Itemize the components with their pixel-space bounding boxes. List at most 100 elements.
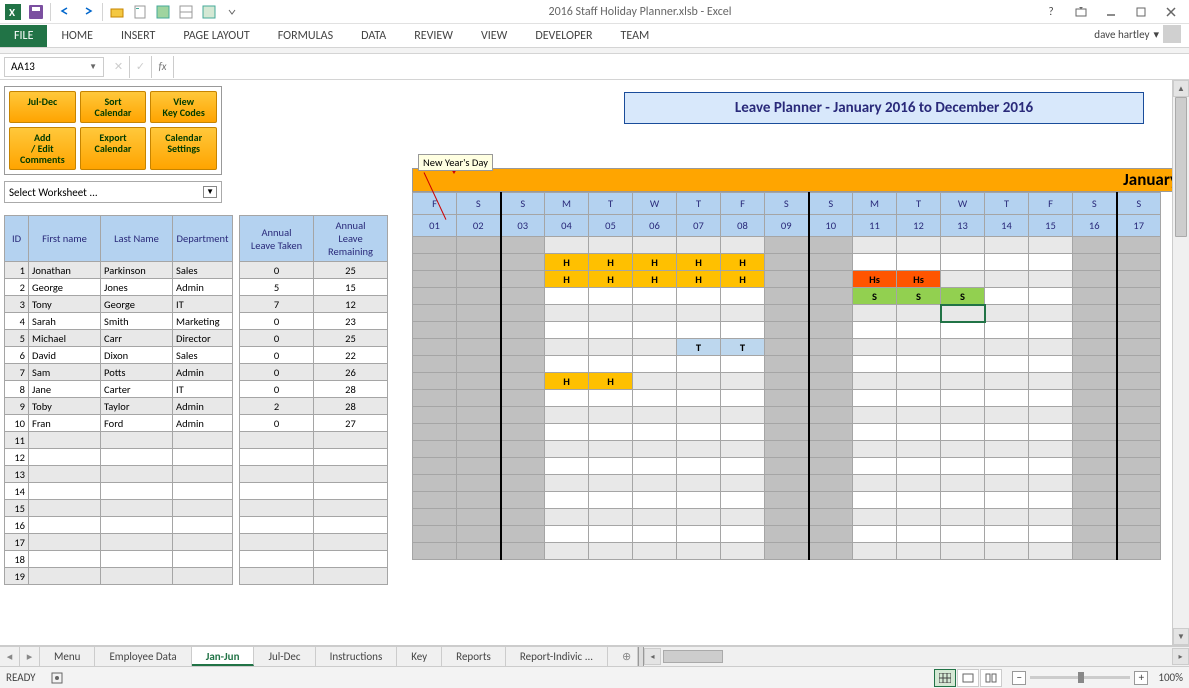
calendar-cell[interactable]	[941, 373, 985, 390]
calendar-cell[interactable]: H	[721, 271, 765, 288]
calendar-row[interactable]	[413, 305, 1161, 322]
calendar-cell[interactable]	[1029, 407, 1073, 424]
calendar-cell[interactable]	[633, 441, 677, 458]
calendar-cell[interactable]	[721, 288, 765, 305]
calendar-cell[interactable]	[677, 373, 721, 390]
ribbon-tab-page-layout[interactable]: PAGE LAYOUT	[169, 25, 263, 47]
calendar-cell[interactable]	[809, 305, 853, 322]
view-key-codes-button[interactable]: ViewKey Codes	[150, 91, 217, 123]
calendar-cell[interactable]	[589, 237, 633, 254]
table-row[interactable]: 9TobyTaylorAdmin	[5, 398, 233, 415]
calendar-cell[interactable]	[941, 526, 985, 543]
calendar-row[interactable]	[413, 237, 1161, 254]
calendar-cell[interactable]	[1117, 390, 1161, 407]
calendar-cell[interactable]	[633, 509, 677, 526]
calendar-cell[interactable]	[677, 458, 721, 475]
calendar-cell[interactable]	[501, 424, 545, 441]
calendar-cell[interactable]	[1117, 339, 1161, 356]
calendar-cell[interactable]	[589, 390, 633, 407]
cancel-icon[interactable]: ✕	[108, 56, 130, 78]
calendar-cell[interactable]	[853, 322, 897, 339]
calendar-cell[interactable]	[897, 424, 941, 441]
calendar-cell[interactable]	[853, 356, 897, 373]
calendar-cell[interactable]	[457, 373, 501, 390]
calendar-cell[interactable]	[501, 305, 545, 322]
calendar-cell[interactable]	[413, 322, 457, 339]
calendar-cell[interactable]	[941, 492, 985, 509]
ribbon-options-icon[interactable]	[1067, 2, 1095, 22]
leave-table[interactable]: AnnualLeave TakenAnnualLeave Remaining 0…	[239, 215, 388, 585]
calendar-cell[interactable]	[765, 305, 809, 322]
zoom-slider-track[interactable]	[1030, 676, 1130, 679]
jul-dec-button[interactable]: Jul-Dec	[9, 91, 76, 123]
calendar-cell[interactable]	[633, 356, 677, 373]
name-box[interactable]: AA13 ▼	[4, 57, 104, 77]
scroll-right-icon[interactable]: ▸	[1172, 648, 1189, 665]
calendar-cell[interactable]	[809, 322, 853, 339]
calendar-cell[interactable]	[765, 509, 809, 526]
calendar-cell[interactable]	[853, 475, 897, 492]
calendar-cell[interactable]	[941, 543, 985, 560]
formula-input[interactable]	[174, 57, 1189, 77]
minimize-icon[interactable]	[1097, 2, 1125, 22]
calendar-cell[interactable]	[897, 458, 941, 475]
sheet-tab-jul-dec[interactable]: Jul-Dec	[254, 647, 315, 666]
calendar-row[interactable]	[413, 322, 1161, 339]
calendar-row[interactable]	[413, 509, 1161, 526]
table-row[interactable]: 16	[5, 517, 233, 534]
table-row[interactable]: 4SarahSmithMarketing	[5, 313, 233, 330]
calendar-cell[interactable]	[413, 288, 457, 305]
calendar-cell[interactable]	[765, 373, 809, 390]
ribbon-tab-view[interactable]: VIEW	[467, 25, 521, 47]
calendar-cell[interactable]	[853, 339, 897, 356]
calendar-cell[interactable]	[413, 305, 457, 322]
calendar-cell[interactable]	[853, 509, 897, 526]
save-icon[interactable]	[25, 1, 47, 23]
help-icon[interactable]: ?	[1037, 2, 1065, 22]
calendar-cell[interactable]	[457, 492, 501, 509]
calendar-cell[interactable]	[721, 526, 765, 543]
calendar-cell[interactable]	[941, 305, 985, 322]
calendar-cell[interactable]	[941, 356, 985, 373]
calendar-cell[interactable]	[985, 407, 1029, 424]
calendar-cell[interactable]	[897, 441, 941, 458]
calendar-cell[interactable]	[677, 288, 721, 305]
table-row[interactable]	[240, 483, 388, 500]
calendar-cell[interactable]	[765, 458, 809, 475]
calendar-cell[interactable]	[413, 441, 457, 458]
calendar-cell[interactable]	[1117, 526, 1161, 543]
calendar-cell[interactable]: H	[589, 254, 633, 271]
table-row[interactable]: 025	[240, 330, 388, 347]
sheet-tab-instructions[interactable]: Instructions	[316, 647, 398, 666]
calendar-cell[interactable]	[1029, 458, 1073, 475]
ribbon-tab-insert[interactable]: INSERT	[107, 25, 169, 47]
calendar-cell[interactable]	[457, 390, 501, 407]
calendar-cell[interactable]	[1029, 475, 1073, 492]
calendar-cell[interactable]	[809, 458, 853, 475]
calendar-cell[interactable]	[765, 424, 809, 441]
calendar-cell[interactable]	[413, 424, 457, 441]
calendar-cell[interactable]	[721, 373, 765, 390]
table-row[interactable]	[240, 534, 388, 551]
calendar-cell[interactable]	[941, 475, 985, 492]
calendar-cell[interactable]	[589, 356, 633, 373]
calendar-cell[interactable]	[897, 339, 941, 356]
calendar-cell[interactable]: H	[545, 254, 589, 271]
calendar-cell[interactable]	[721, 390, 765, 407]
calendar-cell[interactable]	[501, 407, 545, 424]
calendar-cell[interactable]	[413, 458, 457, 475]
calendar-cell[interactable]	[501, 543, 545, 560]
calendar-cell[interactable]	[985, 509, 1029, 526]
calendar-cell[interactable]	[545, 441, 589, 458]
calendar-cell[interactable]	[413, 356, 457, 373]
calendar-cell[interactable]	[1073, 509, 1117, 526]
calendar-cell[interactable]	[941, 254, 985, 271]
fx-icon[interactable]: fx	[152, 56, 174, 78]
calendar-cell[interactable]	[501, 441, 545, 458]
calendar-cell[interactable]	[765, 237, 809, 254]
calendar-cell[interactable]	[1117, 271, 1161, 288]
calendar-cell[interactable]	[941, 271, 985, 288]
calendar-cell[interactable]: H	[633, 254, 677, 271]
calendar-cell[interactable]	[1117, 407, 1161, 424]
calendar-cell[interactable]	[897, 407, 941, 424]
